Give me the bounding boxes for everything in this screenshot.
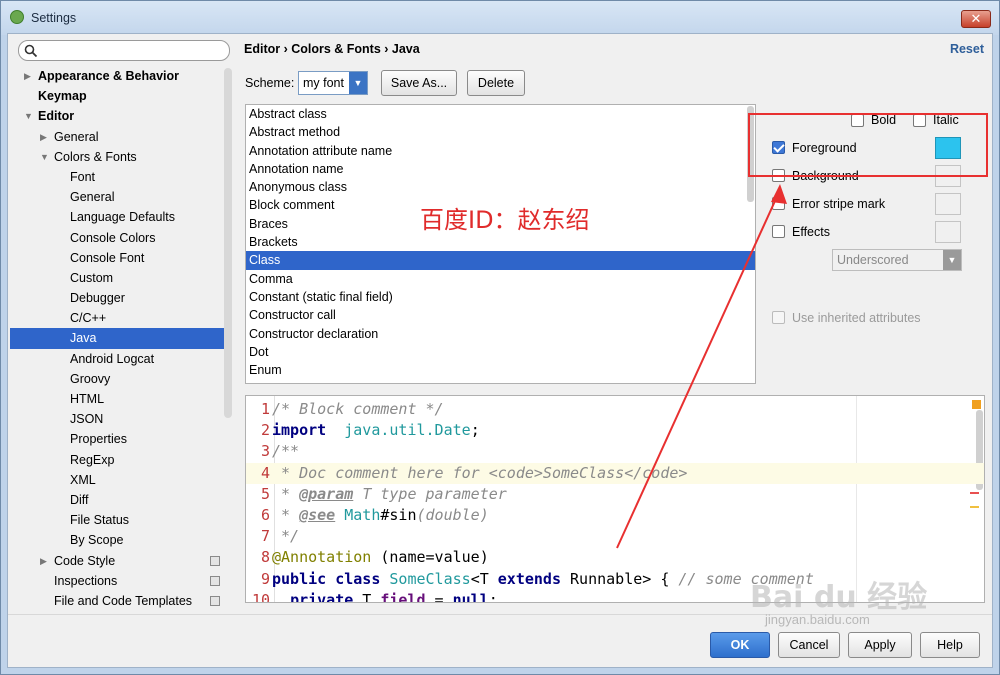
tree-item-label: General <box>54 129 99 144</box>
tree-item-label: Code Style <box>54 553 116 568</box>
tree-item-label: Language Defaults <box>70 210 175 225</box>
tree-item-android-logcat[interactable]: Android Logcat <box>10 349 224 369</box>
tree-item-file-status[interactable]: File Status <box>10 510 224 530</box>
tree-item-label: Font <box>70 169 96 184</box>
tree-item-keymap[interactable]: Keymap <box>10 86 224 106</box>
main-panel: Editor › Colors & Fonts › Java Reset Sch… <box>240 34 992 614</box>
tree-item-label: Editor <box>38 109 75 124</box>
tree-item-regexp[interactable]: RegExp <box>10 450 224 470</box>
tree-item-c-c-[interactable]: C/C++ <box>10 308 224 328</box>
android-studio-icon <box>10 10 24 24</box>
tree-item-label: File and Code Templates <box>54 593 193 608</box>
tree-item-label: Diff <box>70 492 89 507</box>
tree-item-console-colors[interactable]: Console Colors <box>10 228 224 248</box>
window-title: Settings <box>31 11 77 25</box>
help-button[interactable]: Help <box>920 632 980 658</box>
tree-item-label: Debugger <box>70 291 125 306</box>
tree-item-code-style[interactable]: ▶ Code Style <box>10 551 224 571</box>
baidu-watermark-url: jingyan.baidu.com <box>765 612 870 627</box>
tree-item-properties[interactable]: Properties <box>10 429 224 449</box>
collapsed-arrow-icon[interactable]: ▶ <box>24 66 31 86</box>
sidebar-scrollbar[interactable] <box>224 68 232 418</box>
tree-item-label: XML <box>70 472 96 487</box>
tree-item-label: HTML <box>70 392 105 406</box>
tree-item-general[interactable]: ▶ General <box>10 127 224 147</box>
tree-item-debugger[interactable]: Debugger <box>10 288 224 308</box>
copy-icon <box>210 575 220 586</box>
tree-item-custom[interactable]: Custom <box>10 268 224 288</box>
tree-item-appearance-behavior[interactable]: ▶ Appearance & Behavior <box>10 66 224 86</box>
settings-sidebar: ▶ Appearance & Behavior Keymap ▼ Editor ▶ Gene… <box>10 36 232 611</box>
tree-item-inspections[interactable]: Inspections <box>10 571 224 591</box>
search-input[interactable] <box>18 40 230 61</box>
title-bar: Settings ✕ <box>1 1 999 35</box>
tree-item-label: Properties <box>70 432 127 447</box>
tree-item-html[interactable]: HTML <box>10 389 224 409</box>
copy-icon <box>210 555 220 566</box>
annotation-arrow <box>616 184 787 549</box>
expanded-arrow-icon[interactable]: ▼ <box>24 106 33 126</box>
tree-item-label: By Scope <box>70 533 124 548</box>
tree-item-label: Colors & Fonts <box>54 149 137 164</box>
cancel-button[interactable]: Cancel <box>778 632 840 658</box>
tree-item-font[interactable]: Font <box>10 167 224 187</box>
tree-item-label: C/C++ <box>70 311 107 326</box>
tree-item-diff[interactable]: Diff <box>10 490 224 510</box>
tree-item-label: Groovy <box>70 371 111 386</box>
tree-item-label: Console Colors <box>70 230 156 245</box>
tree-item-file-and-code-templates[interactable]: File and Code Templates <box>10 591 224 611</box>
tree-item-general[interactable]: General <box>10 187 224 207</box>
tree-item-label: File Status <box>70 513 130 528</box>
tree-item-json[interactable]: JSON <box>10 409 224 429</box>
tree-item-console-font[interactable]: Console Font <box>10 248 224 268</box>
tree-item-language-defaults[interactable]: Language Defaults <box>10 207 224 227</box>
search-icon <box>24 44 38 58</box>
tree-item-colors-fonts[interactable]: ▼ Colors & Fonts <box>10 147 224 167</box>
apply-button[interactable]: Apply <box>848 632 912 658</box>
baidu-watermark-logo: Bai du 经验 <box>750 580 928 615</box>
tree-item-by-scope[interactable]: By Scope <box>10 530 224 550</box>
tree-item-label: Android Logcat <box>70 351 155 366</box>
copy-icon <box>210 595 220 606</box>
settings-tree: ▶ Appearance & Behavior Keymap ▼ Editor ▶ Gene… <box>10 66 224 611</box>
tree-item-label: General <box>70 190 115 205</box>
tree-item-editor[interactable]: ▼ Editor <box>10 106 224 126</box>
tree-item-groovy[interactable]: Groovy <box>10 369 224 389</box>
tree-item-xml[interactable]: XML <box>10 470 224 490</box>
tree-item-label: Custom <box>70 270 114 285</box>
collapsed-arrow-icon[interactable]: ▶ <box>40 127 47 147</box>
tree-item-label: Keymap <box>38 89 87 104</box>
tree-item-java[interactable]: Java <box>10 328 224 349</box>
tree-item-label: Console Font <box>70 250 145 265</box>
ok-button[interactable]: OK <box>710 632 770 658</box>
tree-item-label: Inspections <box>54 573 118 588</box>
tree-item-label: Appearance & Behavior <box>38 69 180 83</box>
close-button[interactable]: ✕ <box>961 10 991 28</box>
tree-item-label: Java <box>70 331 97 346</box>
collapsed-arrow-icon[interactable]: ▶ <box>40 551 47 571</box>
tree-item-label: JSON <box>70 412 104 427</box>
tree-item-label: RegExp <box>70 452 115 467</box>
expanded-arrow-icon[interactable]: ▼ <box>40 147 49 167</box>
